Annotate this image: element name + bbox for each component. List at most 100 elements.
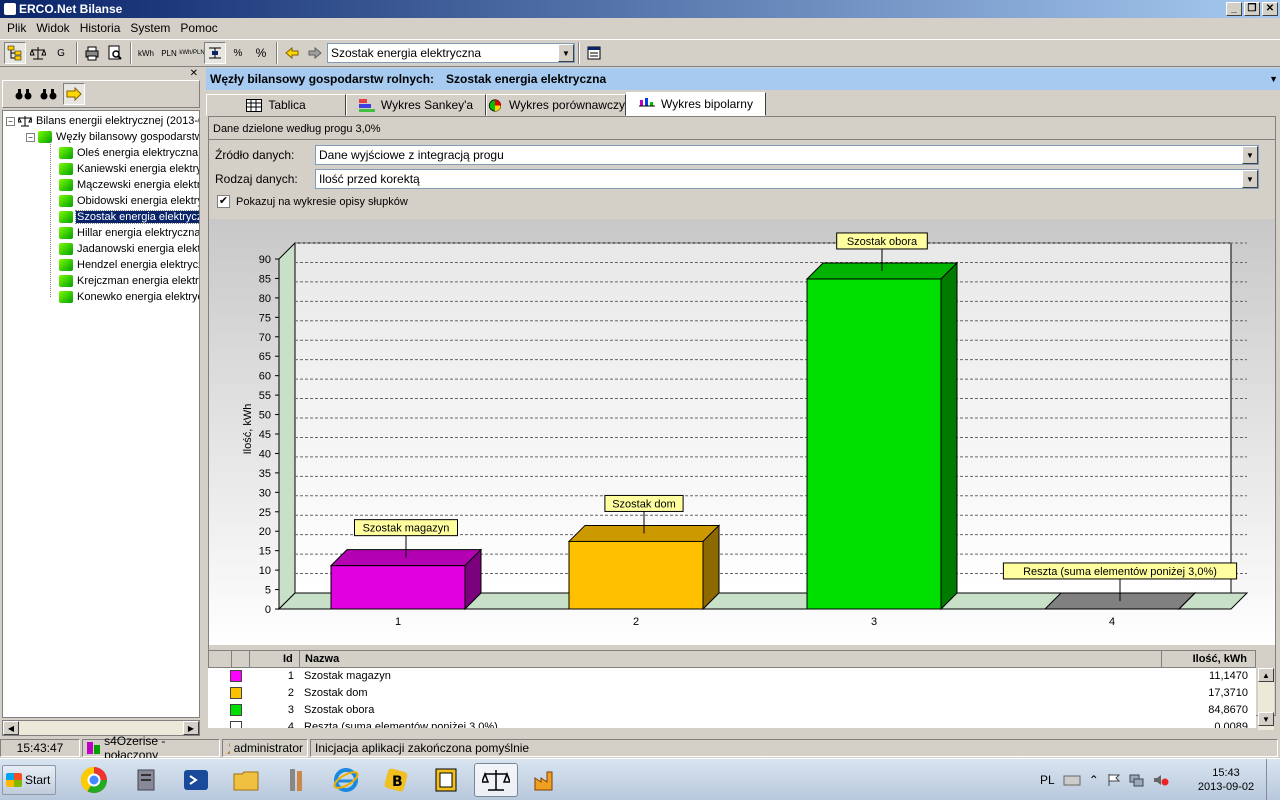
menu-historia[interactable]: Historia (75, 21, 126, 35)
table-row[interactable]: 1 Szostak magazyn 11,1470 (208, 668, 1256, 685)
y-tick-label: 20 (259, 526, 271, 538)
scroll-right-icon[interactable]: ▶ (183, 721, 199, 735)
y-tick-label: 5 (265, 585, 271, 597)
taskbar-app-factory[interactable] (524, 763, 568, 797)
type-label: Rodzaj danych: (215, 172, 298, 186)
type-select[interactable]: Ilość przed korektą ▼ (315, 169, 1259, 189)
taskbar-tools[interactable] (274, 763, 318, 797)
window-list-button[interactable] (583, 42, 605, 64)
tree-item[interactable]: Oleś energia elektryczna (59, 145, 199, 161)
start-button[interactable]: Start (2, 765, 56, 795)
taskbar-clock[interactable]: 15:43 2013-09-02 (1196, 766, 1256, 794)
print-button[interactable] (81, 42, 103, 64)
tree-item[interactable]: Hendzel energia elektryczna (59, 257, 199, 273)
percent-threshold-button[interactable]: % (227, 42, 249, 64)
y-tick-label: 35 (259, 468, 271, 480)
toolbar-separator (76, 42, 78, 64)
col-id[interactable]: Id (283, 653, 293, 665)
forward-button[interactable] (304, 42, 326, 64)
chevron-down-icon[interactable]: ▼ (1242, 146, 1258, 164)
col-name[interactable]: Nazwa (305, 653, 339, 665)
row-qty: 17,3710 (1208, 687, 1248, 699)
minimize-button[interactable]: _ (1226, 2, 1242, 16)
taskbar-explorer[interactable] (224, 763, 268, 797)
menu-widok[interactable]: Widok (31, 21, 74, 35)
tab-tablica[interactable]: Tablica (206, 94, 346, 116)
close-button[interactable]: ✕ (1262, 2, 1278, 16)
menu-plik[interactable]: Plik (2, 21, 31, 35)
table-row[interactable]: 2 Szostak dom 17,3710 (208, 685, 1256, 702)
app-icon (4, 3, 16, 15)
threshold-button[interactable] (204, 42, 226, 64)
tree-item[interactable]: Szostak energia elektryczna (59, 209, 199, 225)
collapse-icon[interactable]: − (6, 116, 15, 126)
volume-muted-icon[interactable] (1153, 773, 1169, 787)
tree-item[interactable]: Jadanowski energia elektryczna (59, 241, 199, 257)
taskbar-app-b[interactable]: B (374, 763, 418, 797)
taskbar-server-manager[interactable] (124, 763, 168, 797)
factory-icon (534, 771, 553, 791)
flag-icon[interactable] (1107, 773, 1121, 787)
tree-item[interactable]: Hillar energia elektryczna (59, 225, 199, 241)
y-tick-label: 40 (259, 448, 271, 460)
node-header-label: Węzły bilansowy gospodarstw rolnych: (210, 72, 435, 86)
scale-icon (482, 770, 510, 791)
chevron-down-icon[interactable]: ▼ (558, 44, 574, 62)
table-header: Id Nazwa Ilość, kWh (208, 650, 1256, 668)
header-dropdown-icon[interactable]: ▼ (1269, 74, 1278, 84)
window-titlebar: ERCO.Net Bilanse _ ❐ ✕ (0, 0, 1280, 18)
tree-item[interactable]: Konewko energia elektryczna (59, 289, 199, 305)
balance-button[interactable] (27, 42, 49, 64)
scroll-track[interactable] (19, 721, 183, 735)
taskbar-ie[interactable] (324, 763, 368, 797)
percent-button[interactable]: % (250, 42, 272, 64)
scroll-down-icon[interactable]: ▼ (1258, 712, 1274, 726)
tab-sankey[interactable]: Wykres Sankey'a (346, 94, 486, 116)
tree-view-button[interactable] (4, 42, 26, 64)
kwh-button[interactable]: kWh (135, 42, 157, 64)
tree-root[interactable]: − Bilans energii elektrycznej (2013-0 (6, 113, 199, 129)
find-button[interactable] (13, 83, 35, 105)
tree-item[interactable]: Obidowski energia elektryczna (59, 193, 199, 209)
y-tick-label: 0 (265, 604, 271, 616)
tree-item[interactable]: Mączewski energia elektryczna (59, 177, 199, 193)
show-labels-checkbox[interactable]: ✔ (217, 195, 230, 208)
tree-group[interactable]: − Węzły bilansowy gospodarstw rolnych (26, 129, 199, 145)
collapse-icon[interactable]: − (26, 132, 35, 142)
chevron-down-icon[interactable]: ▼ (1242, 170, 1258, 188)
scroll-track[interactable] (1258, 682, 1274, 712)
panel-close-icon[interactable]: ✕ (190, 68, 198, 79)
show-desktop-button[interactable] (1266, 759, 1280, 800)
scroll-up-icon[interactable]: ▲ (1258, 668, 1274, 682)
taskbar-powershell[interactable] (174, 763, 218, 797)
table-row[interactable]: 4 Reszta (suma elementów poniżej 3,0%) 0,0… (208, 719, 1256, 728)
col-qty[interactable]: Ilość, kWh (1193, 653, 1247, 665)
show-hidden-icons[interactable]: ⌃ (1089, 773, 1099, 787)
node-select[interactable]: Szostak energia elektryczna ▼ (327, 43, 575, 63)
language-indicator[interactable]: PL (1040, 773, 1055, 787)
taskbar-erco-bilanse[interactable] (474, 763, 518, 797)
scroll-left-icon[interactable]: ◀ (3, 721, 19, 735)
restore-button[interactable]: ❐ (1244, 2, 1260, 16)
tree-item[interactable]: Krejczman energia elektryczna (59, 273, 199, 289)
network-icon[interactable] (1129, 773, 1145, 787)
table-vertical-scrollbar[interactable]: ▲ ▼ (1258, 668, 1274, 730)
menu-system[interactable]: System (125, 21, 175, 35)
tab-porownawczy[interactable]: Wykres porównawczy (486, 94, 626, 116)
tab-bipolarny[interactable]: Wykres bipolarny (626, 92, 766, 116)
table-row[interactable]: 3 Szostak obora 84,8670 (208, 702, 1256, 719)
menu-pomoc[interactable]: Pomoc (175, 21, 222, 35)
taskbar-chrome[interactable] (72, 763, 116, 797)
go-to-button[interactable] (63, 83, 85, 105)
print-preview-button[interactable] (104, 42, 126, 64)
back-button[interactable] (281, 42, 303, 64)
pln-button[interactable]: PLN (158, 42, 180, 64)
tree-item[interactable]: Kaniewski energia elektryczna (59, 161, 199, 177)
keyboard-icon[interactable] (1063, 773, 1081, 787)
kwh-pln-button[interactable]: kWh/PLN (179, 42, 204, 64)
source-select[interactable]: Dane wyjściowe z integracją progu ▼ (315, 145, 1259, 165)
find-next-button[interactable] (38, 83, 60, 105)
y-tick-label: 70 (259, 332, 271, 344)
g-button[interactable]: G (50, 42, 72, 64)
taskbar-app-doc[interactable] (424, 763, 468, 797)
